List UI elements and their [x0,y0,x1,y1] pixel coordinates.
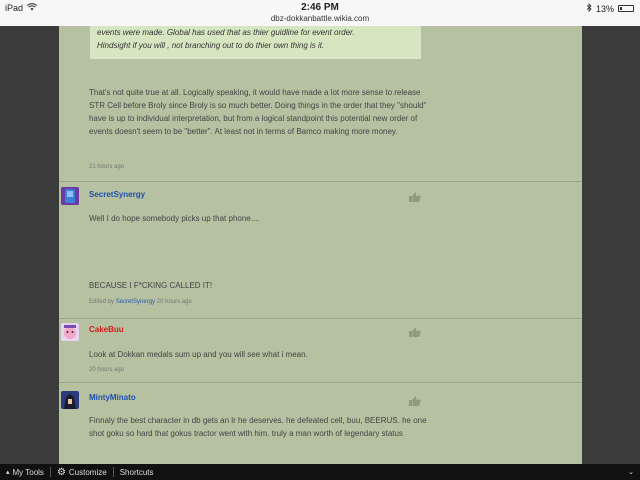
status-right: 13% [586,3,634,14]
thumbs-up-icon[interactable] [409,189,421,202]
address-bar[interactable]: dbz-dokkanbattle.wikia.com [0,14,640,23]
customize-button[interactable]: ⚙ Customize [51,464,113,480]
bottom-toolbar: ▴ My Tools ⚙ Customize Shortcuts ⌄ [0,464,640,480]
comment-text: Look at Dokkan medals sum up and you wil… [89,350,308,359]
divider [59,318,582,319]
bluetooth-icon [586,3,592,14]
status-bar: iPad 2:46 PM dbz-dokkanbattle.wikia.com … [0,0,640,26]
shortcuts-label: Shortcuts [119,467,154,477]
comment-text: BECAUSE I F*CKING CALLED IT! [89,281,213,290]
quote-line: Hindsight if you will , not branching ou… [97,41,325,50]
battery-percent: 13% [595,3,614,14]
thumbs-up-icon[interactable] [409,324,421,337]
edited-note: Edited by SecretSynergy 20 hours ago [89,299,192,305]
avatar[interactable] [61,187,79,205]
divider [59,181,582,182]
chevron-down-icon[interactable]: ⌄ [622,464,640,480]
edited-by-link[interactable]: SecretSynergy [116,299,155,305]
comment-username[interactable]: MintyMinato [89,393,136,402]
thumbs-up-icon[interactable] [409,393,421,406]
comment-timestamp[interactable]: 20 hours ago [89,367,124,373]
my-tools-button[interactable]: ▴ My Tools [0,464,50,480]
avatar[interactable] [61,323,79,341]
comment-text: Finnaly the best character in db gets an… [89,416,427,438]
gear-icon: ⚙ [56,466,66,478]
quote-block: events were made. Global has used that a… [90,26,421,59]
reply-text: That's not quite true at all. Logically … [89,88,427,136]
edited-prefix: Edited by [89,299,115,305]
customize-label: Customize [68,467,107,477]
comments-section: events were made. Global has used that a… [59,26,582,464]
battery-icon [618,5,634,12]
my-tools-label: My Tools [12,467,44,477]
comment-username[interactable]: CakeBuu [89,325,124,334]
comment-username[interactable]: SecretSynergy [89,190,145,199]
avatar[interactable] [61,391,79,409]
quote-line: events were made. Global has used that a… [97,28,355,37]
clock: 2:46 PM [301,2,339,13]
comment-text: Well I do hope somebody picks up that ph… [89,214,260,223]
chevron-up-icon: ▴ [6,469,10,476]
reply-timestamp[interactable]: 21 hours ago [89,164,124,170]
shortcuts-button[interactable]: Shortcuts [114,464,160,480]
comment-timestamp[interactable]: 20 hours ago [157,299,192,305]
divider [59,382,582,383]
